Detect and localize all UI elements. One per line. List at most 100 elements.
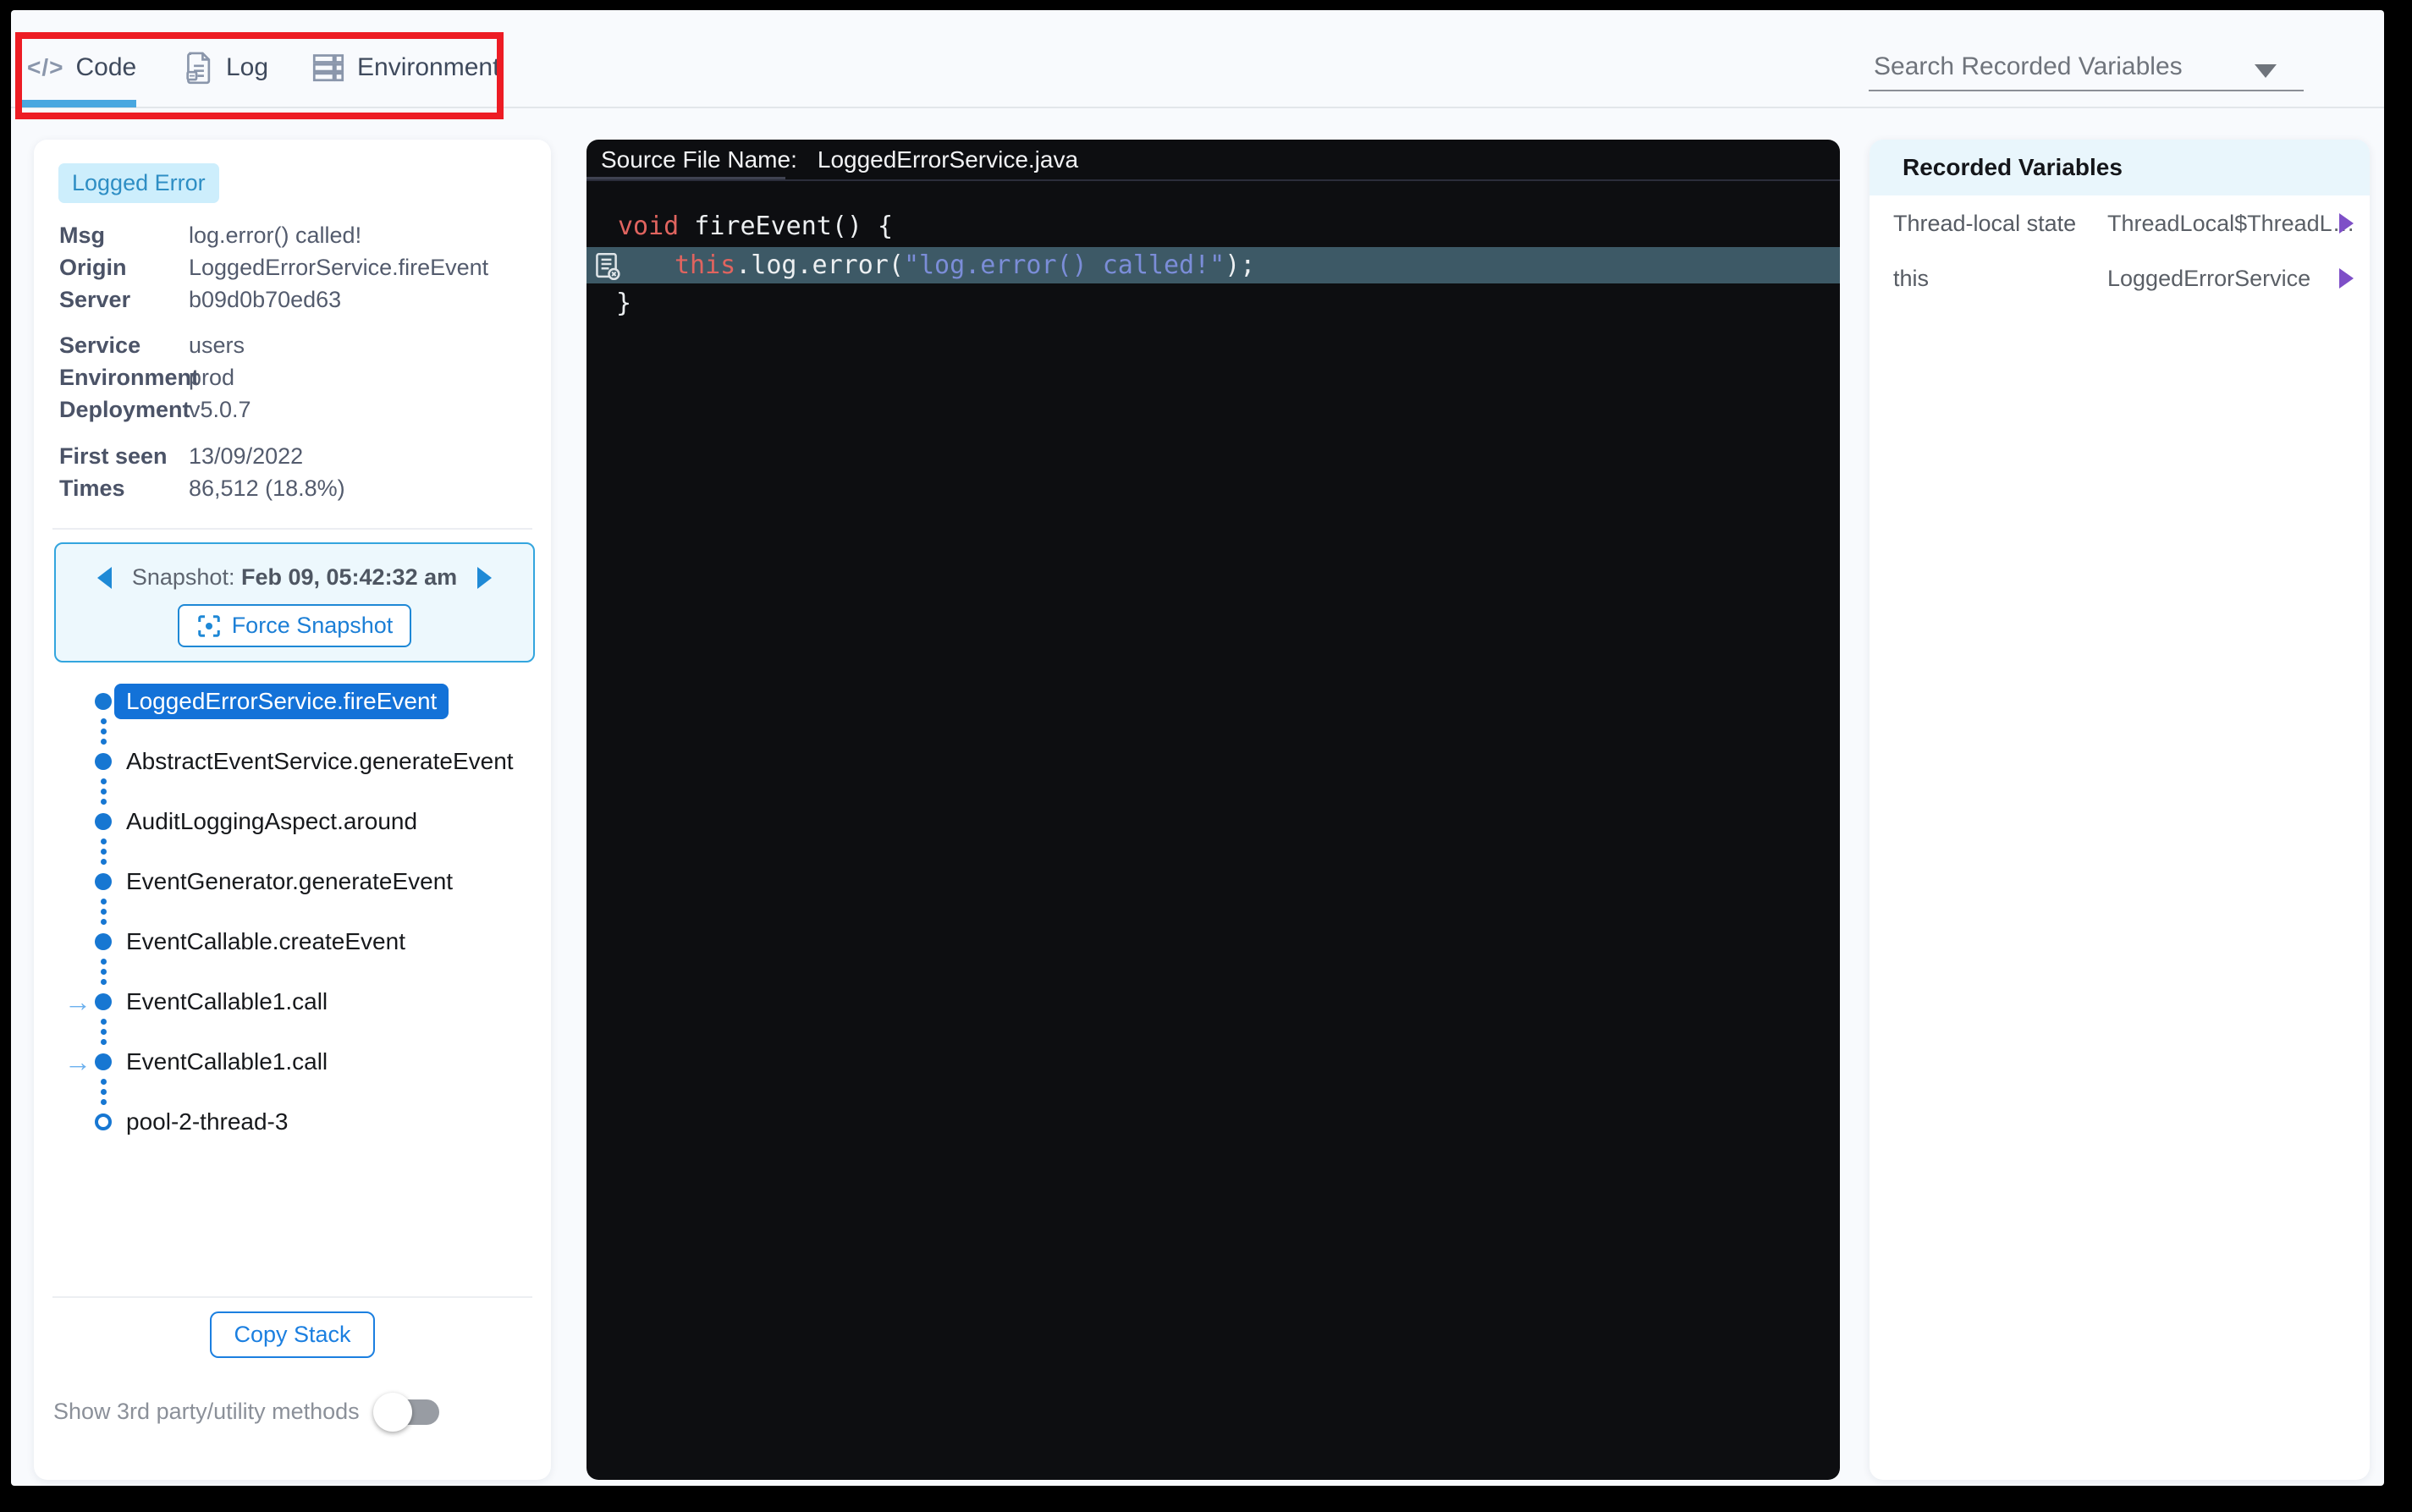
snapshot-gutter-icon[interactable] [593,251,622,282]
info-label: Service [59,333,189,359]
stack-frame-thread[interactable]: pool-2-thread-3 [34,1105,551,1139]
force-snapshot-button[interactable]: Force Snapshot [178,604,412,647]
variable-value: LoggedErrorService [2107,266,2310,292]
thread-label: pool-2-thread-3 [126,1108,288,1135]
info-label: Times [59,476,189,502]
recorded-variables-header: Recorded Variables [1870,140,2370,195]
info-label: Deployment [59,397,189,423]
keyword-token: void [618,212,679,241]
stack-frame-label: AbstractEventService.generateEvent [126,748,514,775]
code-line-2: this.log.error("log.error() called!"); [675,247,1255,283]
snapshot-timestamp: Snapshot: Feb 09, 05:42:32 am [132,564,457,591]
error-details-panel: Logged Error Msglog.error() called! Orig… [34,140,551,1480]
info-label: Server [59,287,189,313]
stack-frame[interactable]: AuditLoggingAspect.around [34,805,551,838]
stack-frame[interactable]: → EventCallable1.call [34,985,551,1019]
app-window: </> Code Log Environment Search Recorded… [11,10,2384,1486]
copy-stack-button[interactable]: Copy Stack [210,1311,374,1358]
tree-connector [101,899,551,925]
string-token: "log.error() called!" [904,250,1225,280]
stack-frame-label: EventCallable1.call [126,988,328,1015]
code-line-3: } [616,285,631,322]
highlighted-code-line: this.log.error("log.error() called!"); [586,247,1840,283]
info-row-times: Times86,512 (18.8%) [59,472,551,504]
info-row-server: Serverb09d0b70ed63 [59,283,551,316]
info-value: LoggedErrorService.fireEvent [189,255,488,281]
code-line-1: void fireEvent() { [618,208,893,245]
stack-node-dot [95,813,112,830]
stack-node-dot [95,993,112,1010]
tree-connector [101,838,551,865]
dropdown-caret-icon [2255,64,2277,78]
info-value: b09d0b70ed63 [189,287,341,313]
variable-name: Thread-local state [1893,211,2076,237]
stack-trace-tree: LoggedErrorService.fireEvent AbstractEve… [34,685,551,1139]
recorded-variables-title: Recorded Variables [1903,154,2123,181]
code-token: fireEvent() { [679,212,893,241]
info-row-origin: OriginLoggedErrorService.fireEvent [59,251,551,283]
stack-node-dot [95,693,112,710]
stack-frame[interactable]: AbstractEventService.generateEvent [34,745,551,778]
stack-frame[interactable]: EventCallable.createEvent [34,925,551,959]
info-value: users [189,333,245,359]
source-file-label: Source File Name: [601,146,797,173]
error-info-list: Msglog.error() called! OriginLoggedError… [34,219,551,504]
tree-connector [101,778,551,805]
info-label: Msg [59,223,189,249]
code-token: } [616,289,631,318]
tree-connector [101,1079,551,1105]
stack-frame[interactable]: EventGenerator.generateEvent [34,865,551,899]
info-row-first-seen: First seen13/09/2022 [59,440,551,472]
source-code-panel: Source File Name: LoggedErrorService.jav… [586,140,1840,1480]
info-value: v5.0.7 [189,397,251,423]
tree-connector [101,718,551,745]
next-snapshot-arrow[interactable] [477,567,492,589]
recorded-variables-panel: Recorded Variables Thread-local state Th… [1870,140,2370,1480]
third-party-toggle-switch[interactable] [380,1399,439,1425]
stack-node-dot [95,1053,112,1070]
search-placeholder: Search Recorded Variables [1874,52,2183,81]
force-snapshot-label: Force Snapshot [232,613,394,639]
info-row-service: Serviceusers [59,329,551,361]
stack-node-dot [95,873,112,890]
divider [52,528,532,530]
variable-row[interactable]: Thread-local state ThreadLocal$ThreadL… [1870,207,2370,239]
info-label: Environment [59,365,189,391]
snapshot-label: Snapshot: [132,564,235,590]
toggle-label: Show 3rd party/utility methods [53,1399,360,1425]
stack-node-dot [95,933,112,950]
snapshot-time-value: Feb 09, 05:42:32 am [241,564,457,590]
stack-node-dot [95,753,112,770]
previous-snapshot-arrow[interactable] [97,567,112,589]
variable-value: ThreadLocal$ThreadL… [2107,211,2355,237]
info-value: log.error() called! [189,223,361,249]
stack-frame-label: LoggedErrorService.fireEvent [114,684,449,719]
source-file-title: Source File Name: LoggedErrorService.jav… [601,146,1078,173]
stack-frame[interactable]: → EventCallable1.call [34,1045,551,1079]
variable-row[interactable]: this LoggedErrorService [1870,262,2370,294]
info-value: prod [189,365,234,391]
stack-frame-label: EventCallable.createEvent [126,928,405,955]
jump-arrow-icon: → [64,985,90,1019]
stack-frame-label: EventGenerator.generateEvent [126,868,453,895]
source-file-name: LoggedErrorService.java [818,146,1078,173]
snapshot-navigator: Snapshot: Feb 09, 05:42:32 am Force Snap… [54,542,535,663]
search-recorded-variables-select[interactable]: Search Recorded Variables [1869,46,2304,91]
thread-node-dot [95,1113,112,1130]
code-token: .log.error( [735,250,904,280]
info-row-deployment: Deploymentv5.0.7 [59,393,551,426]
code-token: ); [1225,250,1255,280]
stack-frame-label: AuditLoggingAspect.around [126,808,417,835]
jump-arrow-icon: → [64,1045,90,1079]
tree-connector [101,959,551,985]
expand-arrow-icon[interactable] [2339,268,2354,289]
info-label: First seen [59,443,189,470]
toggle-knob [373,1393,412,1432]
red-highlight-annotation [15,32,504,119]
stack-frame-label: EventCallable1.call [126,1048,328,1075]
stack-frame[interactable]: LoggedErrorService.fireEvent [34,685,551,718]
info-value: 13/09/2022 [189,443,303,470]
expand-arrow-icon[interactable] [2339,213,2354,234]
info-label: Origin [59,255,189,281]
variable-name: this [1893,266,1929,292]
